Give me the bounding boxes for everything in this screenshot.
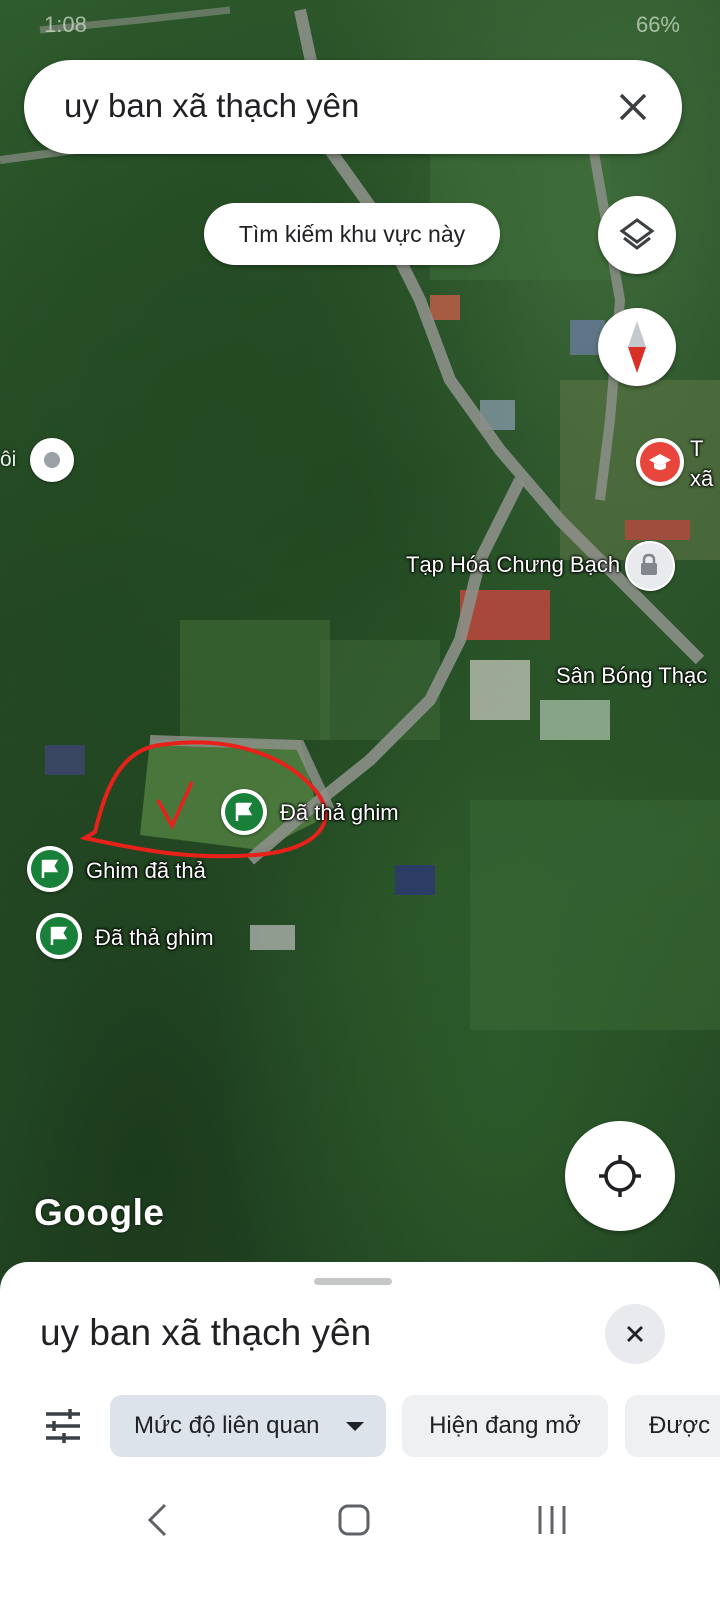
back-nav-icon	[147, 1503, 167, 1537]
clear-search-icon[interactable]	[614, 88, 652, 126]
status-time: 1:08	[44, 12, 87, 37]
dropped-pin[interactable]	[27, 846, 73, 892]
dropped-pin-label[interactable]: Đã thả ghim	[280, 800, 399, 826]
search-bar[interactable]: uy ban xã thạch yên	[24, 60, 682, 154]
shop-label[interactable]: Tạp Hóa Chưng Bạch	[406, 552, 620, 578]
shop-pin[interactable]	[625, 541, 675, 591]
school-pin[interactable]	[636, 438, 684, 486]
flag-icon	[41, 859, 59, 878]
satellite-imagery	[0, 6, 720, 1030]
chip-label: Hiện đang mở	[429, 1412, 581, 1439]
status-battery: 66%	[635, 12, 680, 37]
dropped-pin[interactable]	[221, 789, 267, 835]
filter-sliders-icon[interactable]	[44, 1407, 82, 1445]
lock-icon	[641, 553, 657, 575]
location-label-partial: ôi	[0, 448, 17, 471]
chip-label: Được	[649, 1412, 711, 1439]
drag-handle[interactable]	[314, 1278, 392, 1285]
school-label-line1[interactable]: T	[690, 436, 703, 462]
dropdown-arrow-icon	[346, 1422, 364, 1431]
stadium-label[interactable]: Sân Bóng Thạc	[556, 663, 707, 689]
graduation-cap-icon	[649, 454, 671, 470]
search-query[interactable]: uy ban xã thạch yên	[64, 87, 359, 125]
google-attribution: Google	[34, 1192, 165, 1233]
compass-button[interactable]	[598, 308, 676, 386]
compass-icon	[628, 321, 646, 373]
dropped-pin[interactable]	[36, 913, 82, 959]
location-marker[interactable]	[30, 438, 74, 482]
home-nav-icon	[338, 1504, 370, 1536]
close-sheet-button[interactable]	[605, 1304, 665, 1364]
layers-icon	[619, 218, 655, 250]
system-navigation-bar	[147, 1503, 566, 1537]
search-this-area-button[interactable]: Tìm kiếm khu vực này	[204, 203, 500, 265]
sort-relevance-chip[interactable]: Mức độ liên quan	[110, 1395, 386, 1457]
map-view[interactable]: 1:08 66% uy ban xã thạch yên Tìm kiếm kh…	[0, 0, 720, 1300]
layers-button[interactable]	[598, 196, 676, 274]
crosshair-icon	[599, 1155, 641, 1197]
dropped-pin-label[interactable]: Đã thả ghim	[95, 925, 214, 951]
status-bar: 1:08 66%	[44, 12, 680, 42]
sheet-title: uy ban xã thạch yên	[40, 1312, 372, 1353]
school-label-line2[interactable]: xã	[690, 466, 713, 492]
dropped-pin-label[interactable]: Ghim đã thả	[86, 858, 206, 884]
flag-icon	[50, 926, 68, 945]
bottom-sheet[interactable]: uy ban xã thạch yên Mức độ liên quan Hiệ…	[0, 1262, 720, 1600]
chip-label: Mức độ liên quan	[134, 1412, 320, 1439]
open-now-chip[interactable]: Hiện đang mở	[402, 1395, 608, 1457]
close-icon	[627, 1326, 643, 1342]
my-location-button[interactable]	[565, 1121, 675, 1231]
flag-icon	[235, 802, 253, 821]
recents-nav-icon	[538, 1506, 566, 1534]
filter-chip[interactable]: Được	[625, 1395, 720, 1457]
